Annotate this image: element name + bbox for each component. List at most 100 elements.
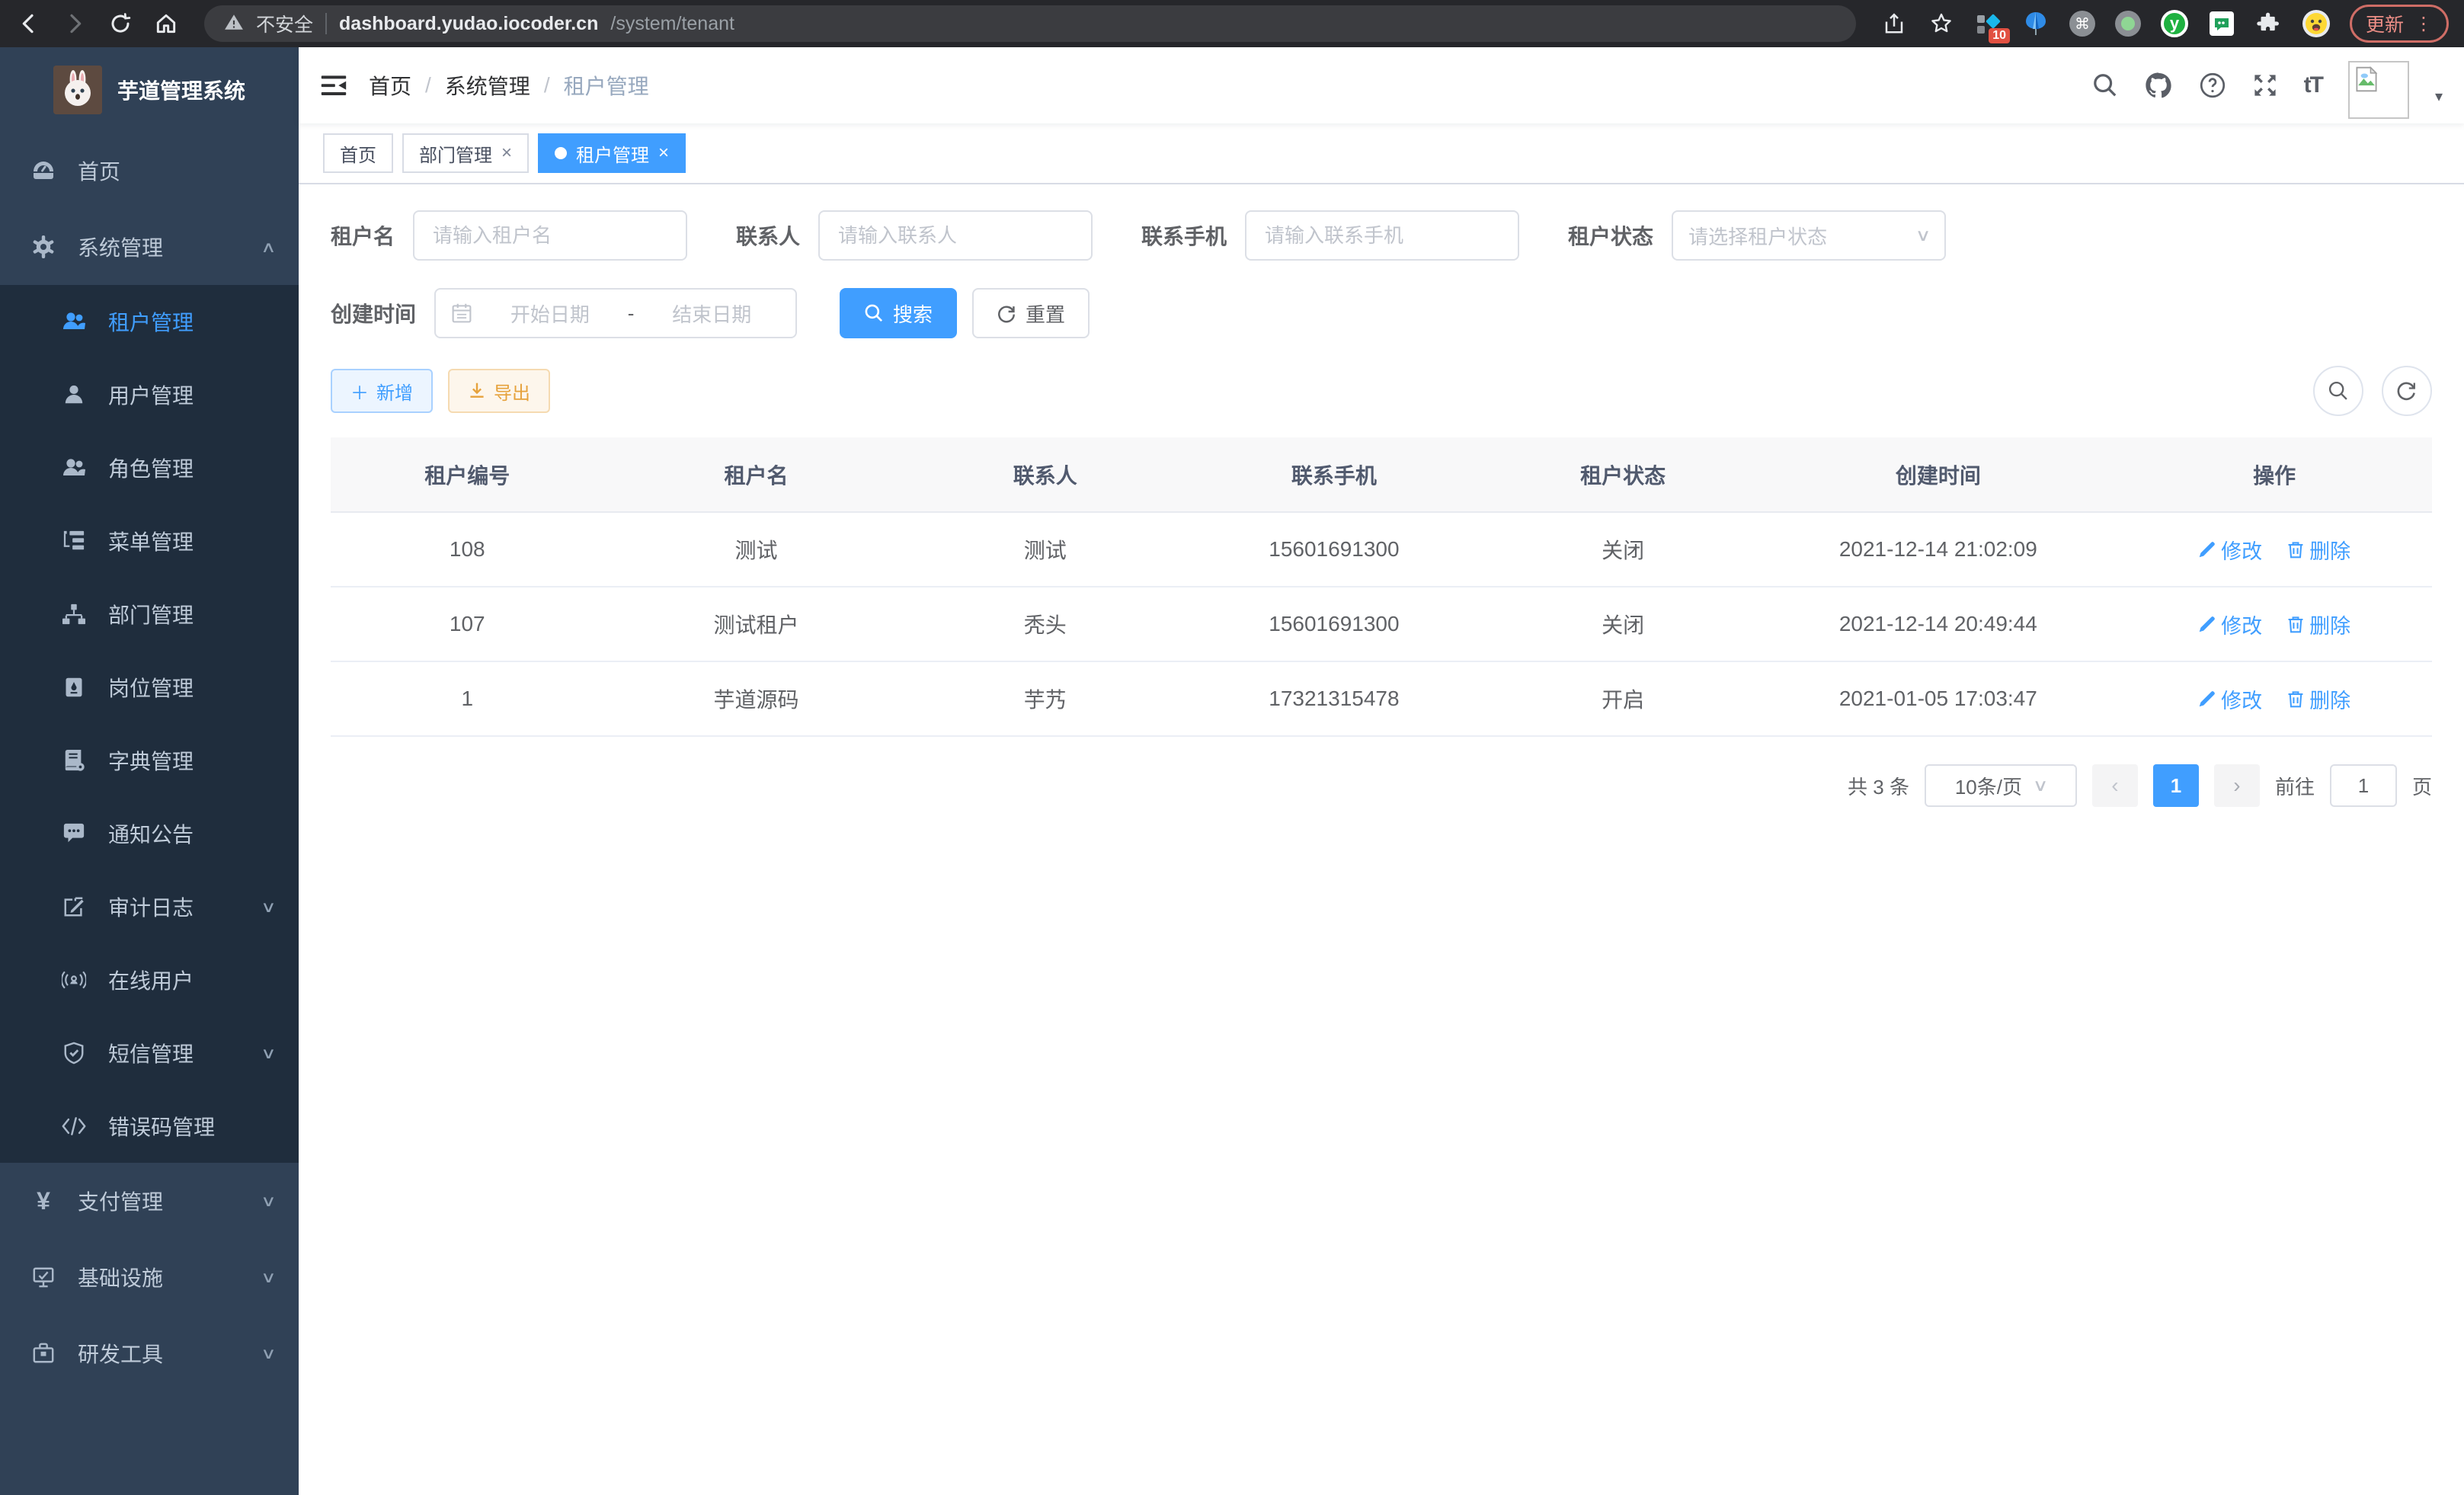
add-button[interactable]: ＋ 新增 (331, 369, 433, 413)
tab-close-icon[interactable]: × (501, 142, 512, 164)
sidebar-item-label: 角色管理 (108, 453, 274, 483)
sidebar-fold-icon[interactable] (320, 72, 347, 99)
delete-label: 删除 (2309, 684, 2350, 714)
download-icon (468, 382, 486, 400)
share-icon[interactable] (1880, 10, 1908, 37)
breadcrumb-system[interactable]: 系统管理 (445, 70, 530, 101)
dict-book-icon (61, 749, 87, 772)
reset-button[interactable]: 重置 (972, 288, 1090, 338)
browser-update-button[interactable]: 更新 ⋮ (2350, 5, 2449, 43)
sidebar-item-home[interactable]: 首页 (0, 133, 299, 209)
extension-recorder-icon[interactable] (2115, 11, 2141, 37)
refresh-icon (2396, 380, 2418, 402)
sidebar-section-label: 基础设施 (78, 1262, 242, 1292)
extension-y-icon[interactable]: y (2161, 10, 2188, 37)
browser-menu-icon[interactable]: ⋮ (2414, 13, 2433, 35)
edit-link[interactable]: 修改 (2198, 610, 2262, 639)
export-button[interactable]: 导出 (448, 369, 550, 413)
sidebar-section-infra[interactable]: 基础设施 ∨ (0, 1239, 299, 1315)
help-icon[interactable] (2199, 72, 2226, 99)
pagination: 共 3 条 10条/页 ∨ ‹ 1 › 前往 页 (331, 764, 2432, 807)
reload-icon[interactable] (107, 10, 134, 37)
fullscreen-icon[interactable] (2252, 72, 2278, 98)
edit-link[interactable]: 修改 (2198, 535, 2262, 565)
cell-actions: 修改删除 (2117, 587, 2432, 661)
forward-icon[interactable] (61, 10, 88, 37)
table-row: 108 测试 测试 15601691300 关闭 2021-12-14 21:0… (331, 512, 2432, 587)
next-page-button[interactable]: › (2214, 764, 2260, 807)
sidebar-item-label: 岗位管理 (108, 672, 274, 703)
breadcrumb-separator: / (544, 73, 550, 98)
tenant-name-input[interactable] (413, 210, 687, 261)
edit-link[interactable]: 修改 (2198, 684, 2262, 714)
avatar-caret-icon[interactable]: ▾ (2435, 87, 2443, 106)
sidebar-item-menu[interactable]: 菜单管理 (0, 504, 299, 578)
address-bar[interactable]: 不安全 dashboard.yudao.iocoder.cn/system/te… (204, 5, 1856, 42)
github-icon[interactable] (2144, 71, 2173, 100)
avatar[interactable] (2348, 61, 2409, 119)
contact-input[interactable] (818, 210, 1093, 261)
contact-label: 联系人 (736, 220, 800, 251)
delete-link[interactable]: 删除 (2286, 535, 2350, 565)
sidebar-item-dict[interactable]: 字典管理 (0, 724, 299, 797)
font-size-icon[interactable]: tT (2304, 72, 2322, 98)
date-separator: - (628, 302, 635, 325)
sidebar-section-label: 研发工具 (78, 1338, 242, 1369)
date-range-picker[interactable]: 开始日期 - 结束日期 (434, 288, 797, 338)
security-label[interactable]: 不安全 (256, 10, 313, 37)
sidebar-item-audit-log[interactable]: 审计日志 ∨ (0, 870, 299, 943)
mobile-input[interactable] (1245, 210, 1519, 261)
sidebar-item-user[interactable]: 用户管理 (0, 358, 299, 431)
home-icon[interactable] (152, 10, 180, 37)
sidebar-item-dept[interactable]: 部门管理 (0, 578, 299, 651)
col-header-contact: 联系人 (908, 437, 1182, 512)
tab-close-icon[interactable]: × (658, 142, 669, 164)
tab-home[interactable]: 首页 (323, 133, 393, 173)
page-size-select[interactable]: 10条/页 ∨ (1925, 764, 2077, 807)
sidebar-item-error-code[interactable]: 错误码管理 (0, 1090, 299, 1163)
extensions-puzzle-icon[interactable] (2255, 10, 2283, 37)
cell-id: 1 (331, 661, 604, 736)
back-icon[interactable] (15, 10, 43, 37)
extension-blue-diamond-icon[interactable]: 10 (1975, 10, 2002, 37)
sidebar-item-sms[interactable]: 短信管理 ∨ (0, 1016, 299, 1090)
delete-link[interactable]: 删除 (2286, 684, 2350, 714)
col-header-created: 创建时间 (1759, 437, 2117, 512)
url-path[interactable]: /system/tenant (610, 13, 734, 35)
sidebar-section-payment[interactable]: ¥ 支付管理 ∨ (0, 1163, 299, 1239)
sidebar-section-devtools[interactable]: 研发工具 ∨ (0, 1315, 299, 1391)
sidebar-item-online-users[interactable]: 在线用户 (0, 943, 299, 1016)
url-host[interactable]: dashboard.yudao.iocoder.cn (339, 13, 598, 35)
sidebar-item-label: 短信管理 (108, 1038, 242, 1068)
cell-contact: 芋艿 (908, 661, 1182, 736)
status-select[interactable]: 请选择租户状态 ∨ (1672, 210, 1946, 261)
search-button[interactable]: 搜索 (840, 288, 957, 338)
monitor-icon (30, 1266, 56, 1289)
extension-chat-icon[interactable] (2208, 10, 2235, 37)
extension-command-icon[interactable]: ⌘ (2069, 11, 2095, 37)
sidebar-item-notice[interactable]: 通知公告 (0, 797, 299, 870)
sidebar-section-system[interactable]: 系统管理 ∧ (0, 209, 299, 285)
delete-link[interactable]: 删除 (2286, 610, 2350, 639)
table-row: 1 芋道源码 芋艿 17321315478 开启 2021-01-05 17:0… (331, 661, 2432, 736)
page-content: 租户名 联系人 联系手机 租户状态 请选择租户状态 (299, 184, 2464, 1495)
sidebar-item-label: 用户管理 (108, 379, 274, 410)
tab-tenant[interactable]: 租户管理 × (538, 133, 686, 173)
refresh-table-button[interactable] (2382, 366, 2432, 416)
extension-balloon-icon[interactable] (2022, 10, 2050, 37)
tab-dept[interactable]: 部门管理 × (402, 133, 529, 173)
header-search-icon[interactable] (2092, 72, 2118, 98)
goto-page-input[interactable] (2330, 764, 2397, 807)
logo[interactable]: 芋道管理系统 (0, 47, 299, 133)
sidebar-item-post[interactable]: 岗位管理 (0, 651, 299, 724)
bookmark-star-icon[interactable] (1928, 10, 1955, 37)
sidebar-item-role[interactable]: 角色管理 (0, 431, 299, 504)
breadcrumb-home[interactable]: 首页 (369, 70, 411, 101)
cell-created: 2021-12-14 20:49:44 (1759, 587, 2117, 661)
profile-avatar-icon[interactable] (2302, 10, 2330, 37)
sidebar-item-tenant[interactable]: 租户管理 (0, 285, 299, 358)
filter-mobile: 联系手机 (1141, 210, 1519, 261)
current-page[interactable]: 1 (2153, 764, 2199, 807)
toggle-search-button[interactable] (2313, 366, 2363, 416)
prev-page-button[interactable]: ‹ (2092, 764, 2138, 807)
